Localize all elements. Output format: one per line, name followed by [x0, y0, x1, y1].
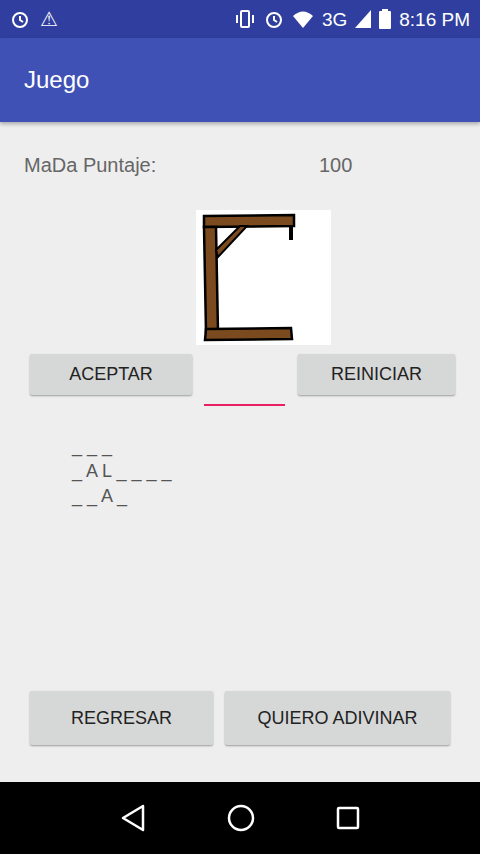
word-line: _ _ _ — [72, 434, 480, 459]
network-type: 3G — [322, 10, 347, 29]
warning-icon: ⚠ — [40, 9, 58, 29]
clock: 8:16 PM — [399, 10, 470, 29]
gallows-icon — [196, 210, 331, 345]
score-row: MaDa Puntaje:100 — [0, 122, 480, 180]
battery-icon — [379, 9, 391, 29]
app-bar: Juego — [0, 38, 480, 122]
signal-icon — [355, 10, 371, 28]
score-label: MaDa Puntaje: — [24, 150, 319, 180]
nav-bar — [0, 782, 480, 854]
back-icon[interactable] — [120, 804, 146, 832]
word-line: _ _ A _ — [72, 484, 480, 509]
word-lines: _ _ __ A L _ _ _ __ _ A _ — [0, 434, 480, 509]
alarm-icon — [10, 9, 30, 29]
app-title: Juego — [24, 62, 89, 98]
alarm-icon — [264, 9, 284, 29]
wifi-icon — [292, 10, 314, 28]
content: MaDa Puntaje:100 ACEPTAR REINICIAR _ _ __ A… — [0, 122, 480, 782]
controls-row: ACEPTAR REINICIAR — [0, 354, 480, 406]
guess-button[interactable]: QUIERO ADIVINAR — [225, 691, 450, 745]
reset-button[interactable]: REINICIAR — [298, 354, 455, 395]
word-line: _ A L _ _ _ _ — [72, 459, 480, 484]
bottom-buttons: REGRESARQUIERO ADIVINAR — [0, 691, 480, 745]
score-value: 100 — [319, 150, 352, 180]
back-button[interactable]: REGRESAR — [30, 691, 213, 745]
home-icon[interactable] — [227, 804, 255, 832]
vibrate-icon — [234, 9, 256, 29]
accept-button[interactable]: ACEPTAR — [30, 354, 192, 395]
letter-input[interactable] — [204, 354, 285, 406]
hangman-image — [196, 210, 331, 345]
status-bar: ⚠ 3G 8:16 PM — [0, 0, 480, 38]
app: ⚠ 3G 8:16 PM Juego MaDa Puntaje:100 ACEPTAR RE… — [0, 0, 480, 854]
recents-icon[interactable] — [336, 806, 360, 830]
